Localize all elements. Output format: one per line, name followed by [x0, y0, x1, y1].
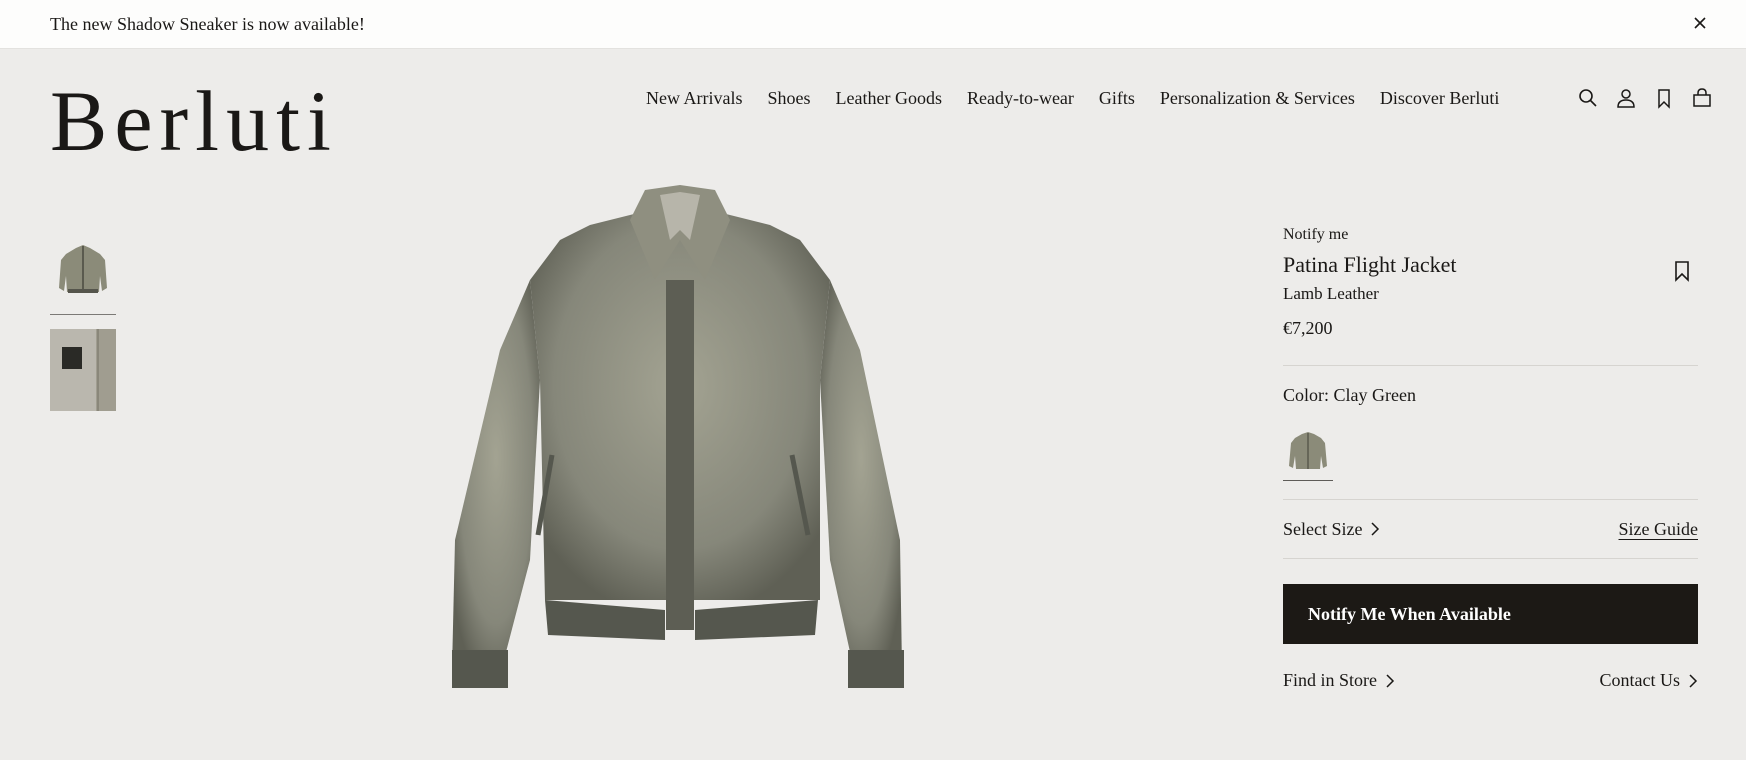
select-size-button[interactable]: Select Size	[1283, 519, 1380, 540]
account-icon[interactable]	[1615, 87, 1637, 109]
availability-label: Notify me	[1283, 226, 1349, 243]
header-icons	[1577, 87, 1713, 109]
divider	[1283, 558, 1698, 559]
nav-leather-goods[interactable]: Leather Goods	[836, 88, 942, 109]
nav-shoes[interactable]: Shoes	[767, 88, 810, 109]
nav-ready-to-wear[interactable]: Ready-to-wear	[967, 88, 1074, 109]
product-title: Patina Flight Jacket	[1283, 252, 1457, 277]
nav-gifts[interactable]: Gifts	[1099, 88, 1135, 109]
announcement-banner: The new Shadow Sneaker is now available!	[0, 0, 1746, 49]
banner-text: The new Shadow Sneaker is now available!	[50, 14, 365, 34]
bookmark-icon[interactable]	[1653, 87, 1675, 109]
chevron-right-icon	[1371, 522, 1380, 536]
divider	[1283, 365, 1698, 366]
notify-me-button[interactable]: Notify Me When Available	[1283, 584, 1698, 644]
find-in-store-link[interactable]: Find in Store	[1283, 670, 1395, 691]
contact-us-label: Contact Us	[1599, 670, 1681, 690]
select-size-label: Select Size	[1283, 518, 1363, 539]
product-price: €7,200	[1283, 318, 1333, 338]
bag-icon[interactable]	[1691, 87, 1713, 109]
size-row: Select Size Size Guide	[1283, 500, 1698, 558]
nav-discover-berluti[interactable]: Discover Berluti	[1380, 88, 1499, 109]
product-material: Lamb Leather	[1283, 284, 1379, 303]
nav-new-arrivals[interactable]: New Arrivals	[646, 88, 742, 109]
find-in-store-label: Find in Store	[1283, 670, 1378, 690]
wishlist-bookmark-icon[interactable]	[1672, 260, 1692, 282]
nav-personalization-services[interactable]: Personalization & Services	[1160, 88, 1355, 109]
color-swatch-clay-green[interactable]	[1283, 426, 1333, 481]
thumbnail-gallery	[50, 236, 116, 411]
color-label: Color: Clay Green	[1283, 385, 1416, 405]
main-nav: New Arrivals Shoes Leather Goods Ready-t…	[646, 88, 1499, 109]
thumbnail-front[interactable]	[50, 236, 116, 315]
chevron-right-icon	[1386, 673, 1395, 688]
product-image[interactable]	[440, 180, 920, 700]
contact-us-link[interactable]: Contact Us	[1600, 670, 1699, 691]
product-info-panel: Notify me Patina Flight Jacket Lamb Leat…	[1283, 226, 1698, 691]
chevron-right-icon	[1689, 673, 1698, 688]
size-guide-link[interactable]: Size Guide	[1619, 519, 1698, 540]
brand-logo[interactable]: Berluti	[50, 78, 338, 164]
search-icon[interactable]	[1577, 87, 1599, 109]
thumbnail-detail[interactable]	[50, 329, 116, 411]
store-contact-row: Find in Store Contact Us	[1283, 670, 1698, 691]
close-icon[interactable]	[1690, 13, 1710, 33]
